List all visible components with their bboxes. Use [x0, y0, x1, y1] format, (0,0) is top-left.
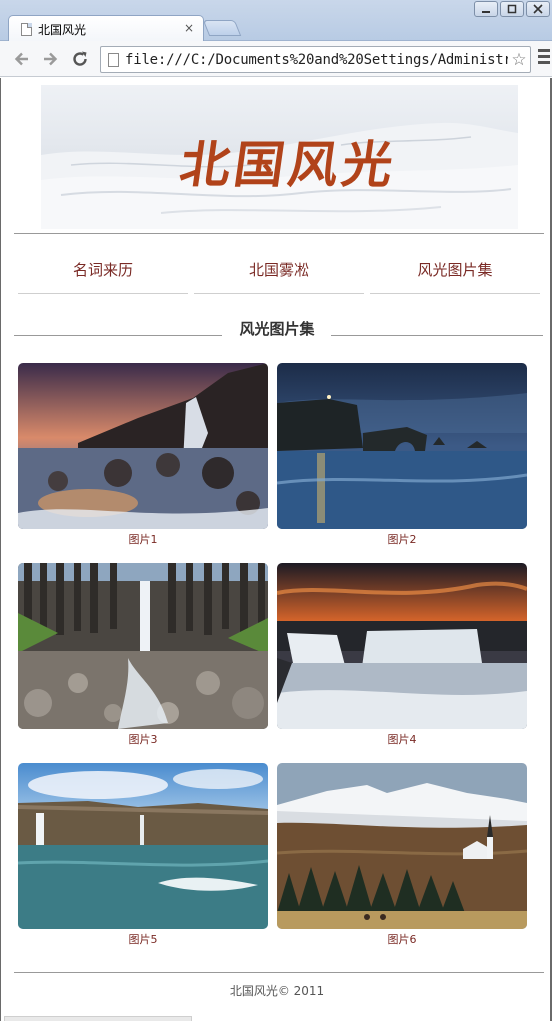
- footer-copyright: 北国风光© 2011: [229, 984, 325, 998]
- banner-divider: [14, 233, 544, 234]
- photo-caption[interactable]: 图片6: [277, 931, 527, 947]
- photo-caption[interactable]: 图片4: [277, 731, 527, 747]
- maximize-button[interactable]: [500, 1, 524, 17]
- main-nav: 名词来历 北国雾凇 风光图片集: [18, 246, 540, 294]
- minimize-icon: [482, 11, 490, 13]
- banner-title: 北国风光: [176, 135, 401, 194]
- browser-titlebar: 北国风光 ×: [0, 0, 552, 42]
- photo-caption[interactable]: 图片5: [18, 931, 268, 947]
- section-rule-right: [331, 335, 543, 336]
- forward-arrow-icon: [44, 52, 58, 66]
- gallery-item[interactable]: 图片6: [277, 763, 527, 947]
- tab-title: 北国风光: [38, 22, 87, 37]
- menu-button[interactable]: [538, 49, 550, 67]
- close-icon: [533, 4, 543, 14]
- back-button[interactable]: [10, 47, 34, 71]
- photo-basalt-waterfall[interactable]: [18, 563, 268, 729]
- status-bubble: [4, 1016, 192, 1021]
- photo-church-mountains[interactable]: [277, 763, 527, 929]
- gallery-item[interactable]: 图片4: [277, 563, 527, 747]
- nav-item-origin[interactable]: 名词来历: [18, 246, 188, 294]
- photo-caption[interactable]: 图片2: [277, 531, 527, 547]
- photo-sea-arch[interactable]: [277, 363, 527, 529]
- photo-caption[interactable]: 图片3: [18, 731, 268, 747]
- new-tab-button[interactable]: [202, 20, 242, 36]
- photo-canyon-river[interactable]: [18, 763, 268, 929]
- browser-tab[interactable]: 北国风光 ×: [8, 15, 204, 42]
- nav-item-rime[interactable]: 北国雾凇: [194, 246, 364, 294]
- window-controls: [472, 1, 550, 17]
- back-arrow-icon: [14, 52, 28, 66]
- bookmark-star-icon[interactable]: ☆: [508, 50, 530, 70]
- gallery-item[interactable]: 图片3: [18, 563, 268, 747]
- photo-wide-waterfall[interactable]: [277, 563, 527, 729]
- banner-image: 北国风光: [41, 85, 518, 229]
- photo-waterfall-sunset[interactable]: [18, 363, 268, 529]
- gallery-item[interactable]: 图片1: [18, 363, 268, 547]
- reload-button[interactable]: [68, 47, 92, 71]
- tab-close-icon[interactable]: ×: [184, 21, 194, 35]
- gallery-item[interactable]: 图片2: [277, 363, 527, 547]
- url-text[interactable]: file:///C:/Documents%20and%20Settings/Ad…: [125, 52, 508, 68]
- photo-caption[interactable]: 图片1: [18, 531, 268, 547]
- gallery-item[interactable]: 图片5: [18, 763, 268, 947]
- maximize-icon: [507, 4, 517, 14]
- address-bar[interactable]: file:///C:/Documents%20and%20Settings/Ad…: [100, 46, 531, 73]
- forward-button[interactable]: [38, 47, 62, 71]
- page-viewport: 北国风光 名词来历 北国雾凇 风光图片集 风光图片集 图片1 图片2 图片3 图…: [0, 78, 552, 1021]
- page-file-icon: [108, 52, 119, 67]
- minimize-button[interactable]: [474, 1, 498, 17]
- close-button[interactable]: [526, 1, 550, 17]
- browser-toolbar: file:///C:/Documents%20and%20Settings/Ad…: [0, 41, 552, 77]
- reload-icon: [73, 51, 87, 66]
- nav-item-gallery[interactable]: 风光图片集: [370, 246, 540, 294]
- footer-divider: [14, 972, 544, 973]
- file-icon: [21, 22, 32, 36]
